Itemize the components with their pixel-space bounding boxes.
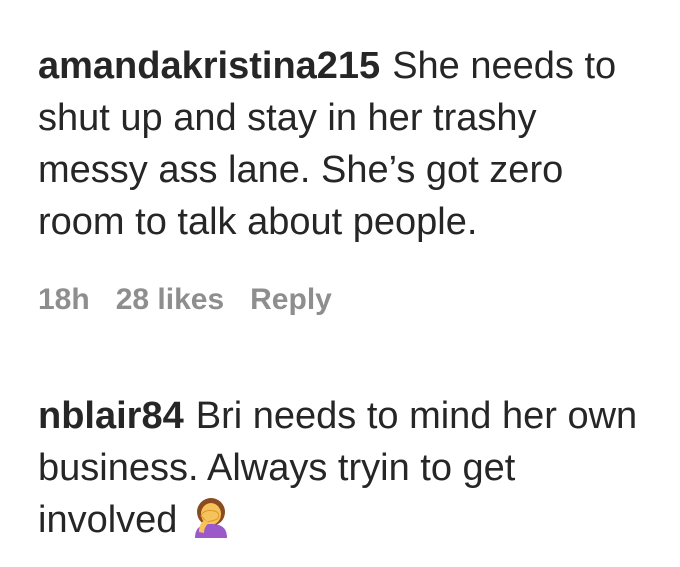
comment-meta: 18h 28 likes Reply (38, 282, 332, 318)
comment-timestamp[interactable]: 18h (38, 282, 90, 318)
reply-button[interactable]: Reply (250, 282, 332, 318)
comment-body: nblair84 Bri needs to mind her own busine… (38, 390, 638, 546)
comment-body: amandakristina215 She needs to shut up an… (38, 40, 638, 248)
comment-item: amandakristina215 She needs to shut up an… (38, 40, 638, 248)
comment-username[interactable]: nblair84 (38, 395, 184, 437)
comment-likes[interactable]: 28 likes (116, 282, 224, 318)
comment-username[interactable]: amandakristina215 (38, 45, 380, 87)
comment-item: nblair84 Bri needs to mind her own busine… (38, 390, 638, 546)
woman-facepalming-icon (195, 498, 228, 538)
